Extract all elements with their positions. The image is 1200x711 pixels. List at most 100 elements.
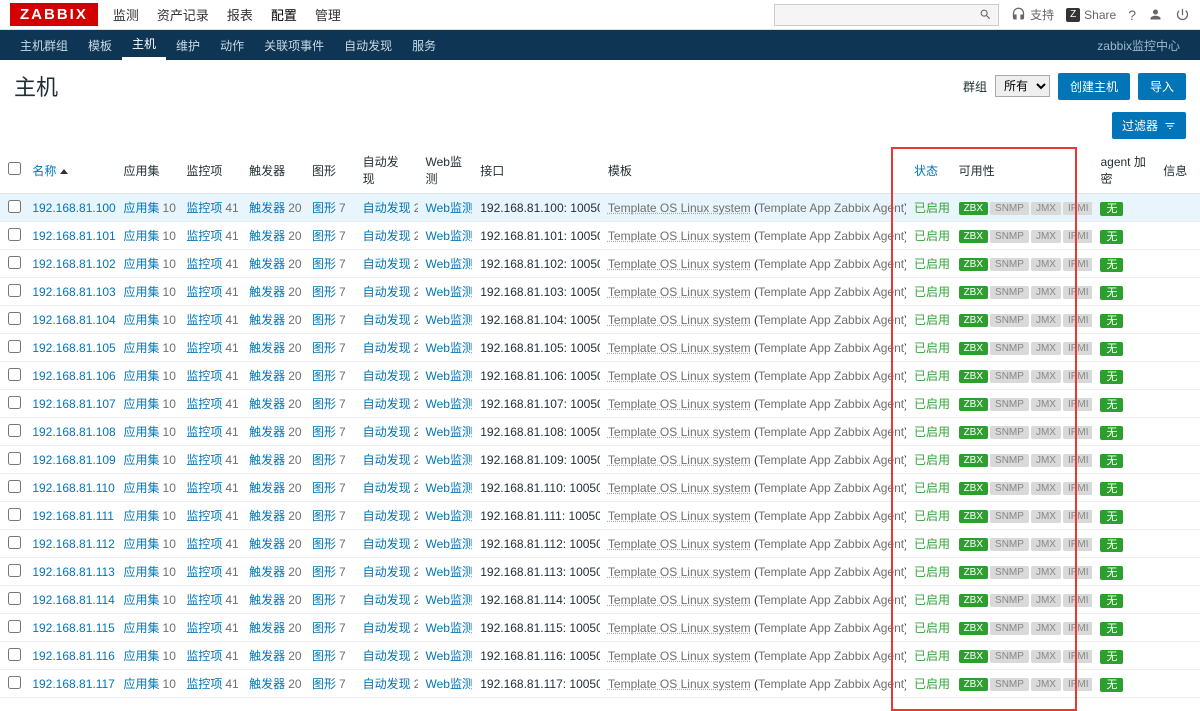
status-link[interactable]: 已启用 [914, 593, 950, 607]
col-discovery[interactable]: 自动发现 [355, 147, 418, 194]
topnav-item[interactable]: 报表 [227, 5, 253, 24]
discovery-link[interactable]: 自动发现 [363, 369, 411, 383]
row-checkbox[interactable] [8, 424, 21, 437]
apps-link[interactable]: 应用集 [124, 621, 160, 635]
items-link[interactable]: 监控项 [186, 285, 222, 299]
row-checkbox[interactable] [8, 508, 21, 521]
triggers-link[interactable]: 触发器 [249, 369, 285, 383]
items-link[interactable]: 监控项 [186, 453, 222, 467]
host-link[interactable]: 192.168.81.104 [32, 313, 115, 327]
web-link[interactable]: Web监测 [426, 537, 473, 551]
apps-link[interactable]: 应用集 [124, 593, 160, 607]
discovery-link[interactable]: 自动发现 [363, 313, 411, 327]
graphs-link[interactable]: 图形 [312, 481, 336, 495]
status-link[interactable]: 已启用 [914, 425, 950, 439]
subnav-item[interactable]: 关联项事件 [254, 30, 334, 60]
host-link[interactable]: 192.168.81.109 [32, 453, 115, 467]
discovery-link[interactable]: 自动发现 [363, 341, 411, 355]
host-link[interactable]: 192.168.81.103 [32, 285, 115, 299]
status-link[interactable]: 已启用 [914, 677, 950, 691]
apps-link[interactable]: 应用集 [124, 481, 160, 495]
row-checkbox[interactable] [8, 620, 21, 633]
web-link[interactable]: Web监测 [426, 257, 473, 271]
row-checkbox[interactable] [8, 452, 21, 465]
subnav-item[interactable]: 模板 [78, 30, 122, 60]
web-link[interactable]: Web监测 [426, 201, 473, 215]
discovery-link[interactable]: 自动发现 [363, 425, 411, 439]
row-checkbox[interactable] [8, 284, 21, 297]
host-link[interactable]: 192.168.81.102 [32, 257, 115, 271]
web-link[interactable]: Web监测 [426, 313, 473, 327]
graphs-link[interactable]: 图形 [312, 565, 336, 579]
items-link[interactable]: 监控项 [186, 369, 222, 383]
items-link[interactable]: 监控项 [186, 537, 222, 551]
triggers-link[interactable]: 触发器 [249, 593, 285, 607]
host-link[interactable]: 192.168.81.105 [32, 341, 115, 355]
row-checkbox[interactable] [8, 396, 21, 409]
items-link[interactable]: 监控项 [186, 621, 222, 635]
status-link[interactable]: 已启用 [914, 509, 950, 523]
status-link[interactable]: 已启用 [914, 565, 950, 579]
items-link[interactable]: 监控项 [186, 649, 222, 663]
triggers-link[interactable]: 触发器 [249, 537, 285, 551]
discovery-link[interactable]: 自动发现 [363, 677, 411, 691]
row-checkbox[interactable] [8, 564, 21, 577]
apps-link[interactable]: 应用集 [124, 201, 160, 215]
subnav-item[interactable]: 动作 [210, 30, 254, 60]
host-link[interactable]: 192.168.81.113 [32, 565, 115, 579]
web-link[interactable]: Web监测 [426, 621, 473, 635]
host-link[interactable]: 192.168.81.111 [32, 509, 114, 523]
items-link[interactable]: 监控项 [186, 565, 222, 579]
apps-link[interactable]: 应用集 [124, 341, 160, 355]
triggers-link[interactable]: 触发器 [249, 229, 285, 243]
col-info[interactable]: 信息 [1155, 147, 1200, 194]
web-link[interactable]: Web监测 [426, 285, 473, 299]
discovery-link[interactable]: 自动发现 [363, 229, 411, 243]
triggers-link[interactable]: 触发器 [249, 397, 285, 411]
apps-link[interactable]: 应用集 [124, 285, 160, 299]
triggers-link[interactable]: 触发器 [249, 649, 285, 663]
topnav-item[interactable]: 管理 [315, 5, 341, 24]
web-link[interactable]: Web监测 [426, 481, 473, 495]
status-link[interactable]: 已启用 [914, 397, 950, 411]
items-link[interactable]: 监控项 [186, 201, 222, 215]
triggers-link[interactable]: 触发器 [249, 341, 285, 355]
web-link[interactable]: Web监测 [426, 369, 473, 383]
items-link[interactable]: 监控项 [186, 593, 222, 607]
apps-link[interactable]: 应用集 [124, 453, 160, 467]
graphs-link[interactable]: 图形 [312, 425, 336, 439]
web-link[interactable]: Web监测 [426, 397, 473, 411]
triggers-link[interactable]: 触发器 [249, 285, 285, 299]
col-apps[interactable]: 应用集 [116, 147, 179, 194]
host-link[interactable]: 192.168.81.117 [32, 677, 115, 691]
discovery-link[interactable]: 自动发现 [363, 509, 411, 523]
subnav-item[interactable]: 主机 [122, 30, 166, 60]
items-link[interactable]: 监控项 [186, 397, 222, 411]
status-link[interactable]: 已启用 [914, 537, 950, 551]
status-link[interactable]: 已启用 [914, 257, 950, 271]
discovery-link[interactable]: 自动发现 [363, 593, 411, 607]
triggers-link[interactable]: 触发器 [249, 621, 285, 635]
row-checkbox[interactable] [8, 256, 21, 269]
host-link[interactable]: 192.168.81.115 [32, 621, 115, 635]
web-link[interactable]: Web监测 [426, 593, 473, 607]
triggers-link[interactable]: 触发器 [249, 481, 285, 495]
triggers-link[interactable]: 触发器 [249, 509, 285, 523]
row-checkbox[interactable] [8, 340, 21, 353]
graphs-link[interactable]: 图形 [312, 313, 336, 327]
graphs-link[interactable]: 图形 [312, 369, 336, 383]
host-link[interactable]: 192.168.81.116 [32, 649, 115, 663]
apps-link[interactable]: 应用集 [124, 313, 160, 327]
subnav-item[interactable]: 维护 [166, 30, 210, 60]
discovery-link[interactable]: 自动发现 [363, 537, 411, 551]
row-checkbox[interactable] [8, 228, 21, 241]
host-link[interactable]: 192.168.81.106 [32, 369, 115, 383]
select-all-checkbox[interactable] [8, 162, 21, 175]
power-icon[interactable] [1175, 7, 1190, 22]
filter-button[interactable]: 过滤器 [1112, 112, 1186, 139]
items-link[interactable]: 监控项 [186, 425, 222, 439]
row-checkbox[interactable] [8, 536, 21, 549]
host-link[interactable]: 192.168.81.114 [32, 593, 115, 607]
status-link[interactable]: 已启用 [914, 313, 950, 327]
topnav-item[interactable]: 资产记录 [157, 5, 209, 24]
